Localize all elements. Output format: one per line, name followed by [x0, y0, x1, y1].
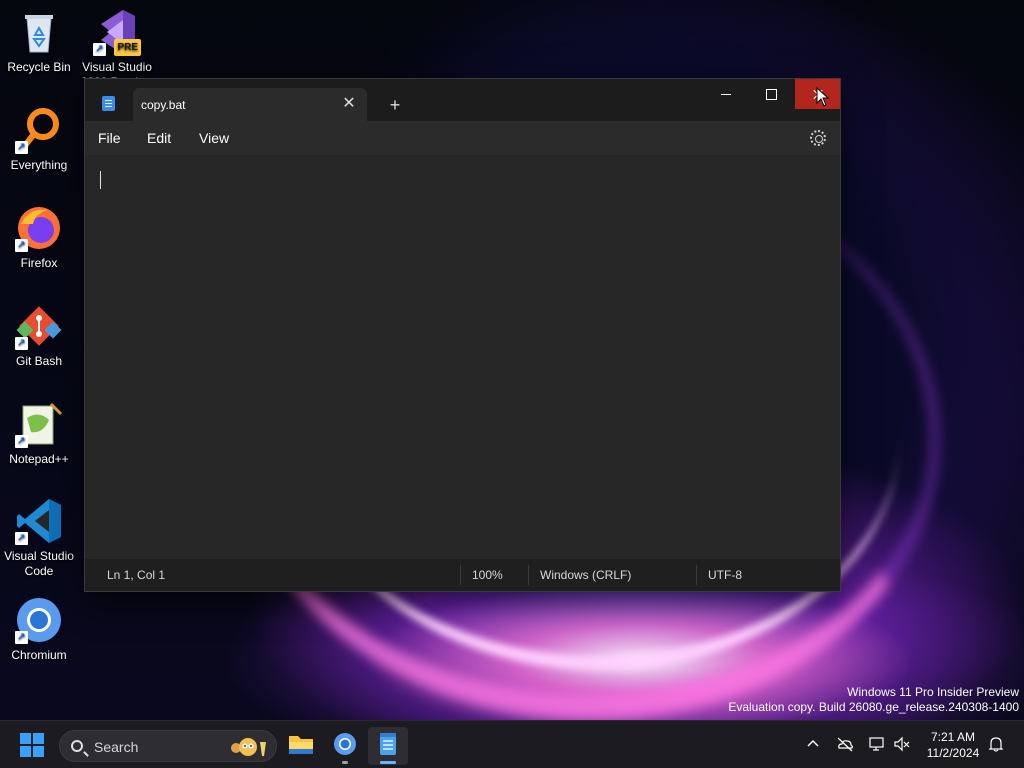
shortcut-arrow-icon: ↗ [15, 239, 28, 252]
tab-close-icon[interactable]: ✕ [339, 94, 359, 114]
search-highlight-icon [231, 738, 266, 756]
desktop-icon-firefox[interactable]: ↗ Firefox [0, 204, 78, 271]
search-icon [71, 740, 83, 752]
settings-gear-icon[interactable] [810, 130, 826, 146]
shortcut-arrow-icon: ↗ [15, 532, 28, 545]
folder-icon [289, 736, 313, 754]
visual-studio-icon: PRE ↗ [93, 8, 141, 56]
status-bar: Ln 1, Col 1 100% Windows (CRLF) UTF-8 [85, 559, 840, 591]
start-button[interactable] [20, 733, 44, 757]
recycle-bin-icon [15, 8, 63, 56]
notepad-icon [380, 733, 396, 755]
menu-file[interactable]: File [98, 130, 121, 146]
tab-title: copy.bat [141, 98, 186, 112]
chromium-icon: ↗ [15, 596, 63, 644]
desktop-icon-git-bash[interactable]: ↗ Git Bash [0, 302, 78, 369]
taskbar-file-explorer[interactable] [281, 727, 321, 765]
status-cursor-position: Ln 1, Col 1 [107, 568, 166, 582]
shortcut-arrow-icon: ↗ [15, 337, 28, 350]
status-line-ending[interactable]: Windows (CRLF) [540, 568, 631, 582]
clock-time: 7:21 AM [930, 730, 976, 744]
taskbar-notepad[interactable] [368, 727, 408, 765]
status-divider [528, 565, 529, 585]
menu-bar: File Edit View [85, 121, 840, 155]
desktop-icon-label: Git Bash [15, 354, 63, 368]
shortcut-arrow-icon: ↗ [15, 631, 28, 644]
tab-copy-bat[interactable]: copy.bat ✕ [133, 88, 367, 121]
shortcut-arrow-icon: ↗ [15, 141, 28, 154]
menu-view[interactable]: View [199, 130, 229, 146]
preview-badge: PRE [114, 39, 141, 56]
desktop-icon-label: Everything [10, 158, 68, 172]
notification-bell-icon[interactable] [987, 735, 1005, 753]
active-indicator [380, 761, 396, 764]
notepad-plus-plus-icon: ↗ [15, 400, 63, 448]
desktop-icon-vscode[interactable]: ↗ Visual Studio Code [0, 497, 78, 579]
shortcut-arrow-icon: ↗ [15, 435, 28, 448]
text-editor[interactable] [85, 155, 840, 559]
desktop-icon-label: Recycle Bin [7, 60, 71, 74]
vscode-icon: ↗ [15, 497, 63, 545]
volume-muted-icon[interactable] [893, 735, 911, 753]
desktop-icon-label: Visual Studio Code [4, 549, 74, 578]
shortcut-arrow-icon: ↗ [93, 43, 106, 56]
maximize-button[interactable] [749, 79, 794, 109]
windows-logo-icon [20, 733, 31, 744]
watermark-line-2: Evaluation copy. Build 26080.ge_release.… [728, 700, 1019, 714]
taskbar: Search 7:21 AM 11/2/2024 [0, 720, 1024, 768]
status-encoding[interactable]: UTF-8 [708, 568, 742, 582]
title-bar[interactable]: copy.bat ✕ + [85, 79, 840, 121]
git-bash-icon: ↗ [15, 302, 63, 350]
running-indicator [342, 761, 348, 764]
status-zoom[interactable]: 100% [472, 568, 503, 582]
text-caret [100, 171, 101, 189]
desktop-icon-label: Firefox [20, 256, 58, 270]
desktop-icon-visual-studio-preview[interactable]: PRE ↗ Visual Studio 2022 Preview [78, 8, 156, 78]
notepad-window: copy.bat ✕ + File Edit View Ln 1, Col 1 … [84, 78, 841, 592]
notepad-app-icon [102, 96, 115, 111]
taskbar-search-box[interactable]: Search [59, 730, 277, 762]
desktop-icon-label: Chromium [11, 648, 67, 662]
mouse-pointer-icon [816, 87, 830, 107]
system-clock[interactable]: 7:21 AM 11/2/2024 [918, 729, 988, 761]
clock-date: 11/2/2024 [926, 746, 980, 760]
onedrive-offline-icon[interactable] [836, 735, 854, 753]
show-hidden-icons-chevron-icon[interactable] [804, 735, 822, 753]
desktop-icon-chromium[interactable]: ↗ Chromium [0, 596, 78, 663]
evaluation-watermark: Windows 11 Pro Insider Preview Evaluatio… [728, 685, 1019, 715]
chromium-icon [334, 733, 356, 755]
menu-edit[interactable]: Edit [147, 130, 171, 146]
new-tab-button[interactable]: + [385, 95, 405, 115]
firefox-icon: ↗ [15, 204, 63, 252]
everything-icon: ↗ [15, 106, 63, 154]
desktop-icon-label: Notepad++ [9, 452, 69, 466]
status-divider [696, 565, 697, 585]
network-icon[interactable] [868, 735, 886, 753]
search-placeholder: Search [94, 739, 139, 755]
desktop-icon-notepad-plus-plus[interactable]: ↗ Notepad++ [0, 400, 78, 467]
status-divider [460, 565, 461, 585]
desktop-icon-recycle-bin[interactable]: Recycle Bin [0, 8, 78, 75]
desktop-icon-everything[interactable]: ↗ Everything [0, 106, 78, 173]
taskbar-chromium[interactable] [325, 727, 365, 765]
watermark-line-1: Windows 11 Pro Insider Preview [847, 685, 1019, 699]
desktop-icon-label: Visual Studio 2022 Preview [81, 60, 154, 78]
minimize-button[interactable] [704, 79, 749, 109]
